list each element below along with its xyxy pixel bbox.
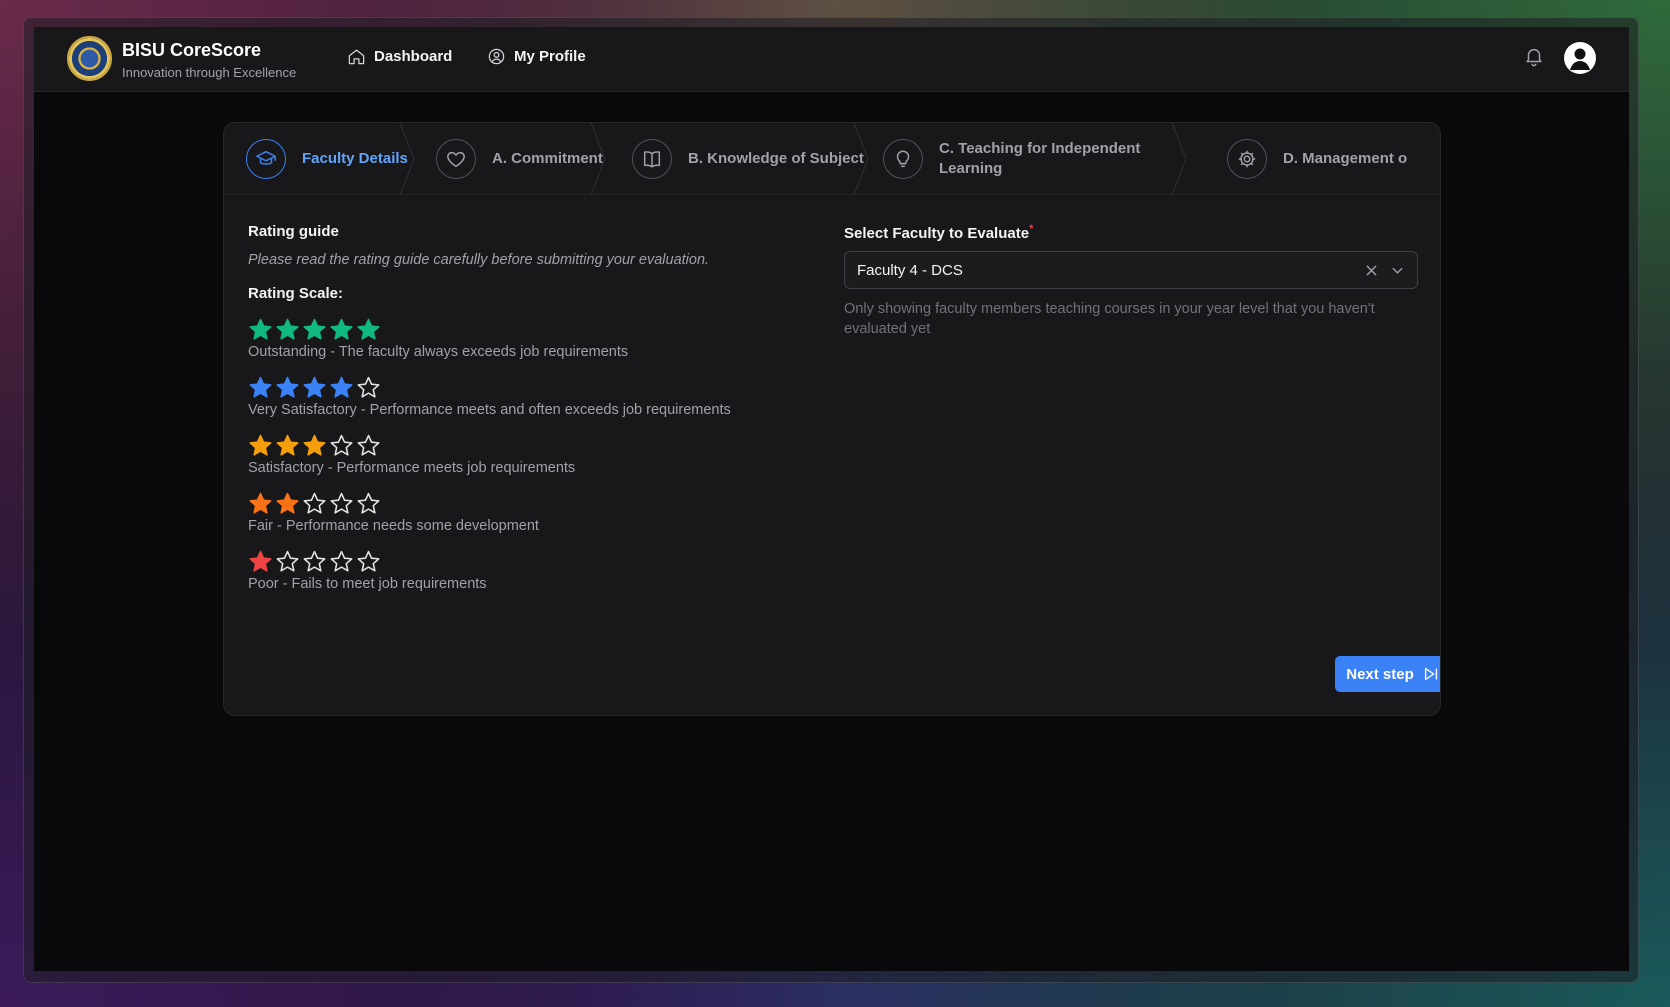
star-filled-icon [303,434,326,456]
star-filled-icon [276,492,299,514]
brand-subtitle: Innovation through Excellence [122,65,297,80]
step-icon-circle [883,139,923,179]
rating-stars [248,374,808,400]
evaluation-stepper: Faculty Details A. Commitment B. Knowled… [224,123,1440,195]
star-filled-icon [276,318,299,340]
rating-description: Very Satisfactory - Performance meets an… [248,402,731,418]
star-filled-icon [330,318,353,340]
star-outline-icon [357,550,380,572]
rating-guide-note: Please read the rating guide carefully b… [248,252,710,268]
next-step-label: Next step [1346,665,1414,683]
step-commitment[interactable]: A. Commitment [436,123,603,194]
home-icon [348,49,365,65]
rating-scale-list: Outstanding - The faculty always exceeds… [248,316,808,592]
faculty-select-label: Select Faculty to Evaluate* [844,223,1034,242]
bell-icon[interactable] [1523,45,1545,67]
step-label: A. Commitment [492,150,603,167]
rating-level: Very Satisfactory - Performance meets an… [248,374,808,418]
book-icon [643,151,661,168]
faculty-select-value: Faculty 4 - DCS [857,262,963,279]
star-filled-icon [276,376,299,398]
step-label: Faculty Details [302,150,408,167]
rating-scale-title: Rating Scale: [248,285,344,302]
rating-description: Satisfactory - Performance meets job req… [248,460,576,476]
university-logo[interactable] [67,36,112,81]
star-filled-icon [249,434,272,456]
star-filled-icon [249,376,272,398]
rating-stars [248,490,808,516]
faculty-select[interactable]: Faculty 4 - DCS [844,251,1418,289]
star-outline-icon [357,376,380,398]
heart-icon [447,151,465,168]
evaluation-card: Faculty Details A. Commitment B. Knowled… [223,122,1441,716]
app-window: BISU CoreScore Innovation through Excell… [34,27,1629,971]
rating-guide: Rating guide Please read the rating guid… [248,223,808,592]
star-outline-icon [303,492,326,514]
star-filled-icon [249,318,272,340]
gear-icon [1238,150,1256,168]
nav-dashboard-label: Dashboard [374,48,453,65]
step-management[interactable]: D. Management o [1227,123,1408,194]
rating-level: Poor - Fails to meet job requirements [248,548,808,592]
nav-dashboard[interactable]: Dashboard [347,47,452,66]
step-icon-circle [436,139,476,179]
rating-description: Outstanding - The faculty always exceeds… [248,344,629,360]
brand-title: BISU CoreScore [122,40,262,60]
avatar-person-icon [1570,48,1590,70]
step-separator [589,123,613,194]
star-filled-icon [303,376,326,398]
star-filled-icon [330,376,353,398]
nav-my-profile[interactable]: My Profile [487,47,586,66]
rating-level: Outstanding - The faculty always exceeds… [248,316,808,360]
chevron-down-icon[interactable] [1390,263,1405,278]
rating-guide-title: Rating guide [248,223,339,240]
rating-level: Fair - Performance needs some developmen… [248,490,808,534]
faculty-select-hint: Only showing faculty members teaching co… [844,301,1375,337]
next-step-button[interactable]: Next step [1335,656,1440,692]
star-filled-icon [249,550,272,572]
star-outline-icon [303,550,326,572]
clear-icon[interactable] [1364,263,1379,278]
step-icon-circle [1227,139,1267,179]
star-outline-icon [357,492,380,514]
faculty-select-section: Select Faculty to Evaluate* Faculty 4 - … [844,223,1418,339]
step-faculty-details[interactable]: Faculty Details [246,123,408,194]
star-outline-icon [330,492,353,514]
rating-description: Fair - Performance needs some developmen… [248,518,539,534]
step-separator [852,123,876,194]
star-filled-icon [276,434,299,456]
lightbulb-icon [896,150,910,168]
star-filled-icon [249,492,272,514]
user-avatar[interactable] [1564,42,1596,74]
step-icon-circle [632,139,672,179]
star-filled-icon [357,318,380,340]
step-separator [1170,123,1194,194]
step-knowledge-of-subject[interactable]: B. Knowledge of Subject [632,123,864,194]
step-label: C. Teaching for Independent Learning [939,140,1141,177]
star-outline-icon [276,550,299,572]
nav-my-profile-label: My Profile [514,48,586,65]
skip-forward-icon [1424,667,1437,681]
star-outline-icon [330,550,353,572]
star-outline-icon [330,434,353,456]
required-mark: * [1029,223,1034,235]
step-label: D. Management o [1283,150,1408,167]
step-separator [398,123,422,194]
step-icon-circle [246,139,286,179]
user-circle-icon [488,48,505,65]
star-filled-icon [303,318,326,340]
rating-description: Poor - Fails to meet job requirements [248,576,487,592]
graduation-cap-icon [256,150,276,165]
rating-level: Satisfactory - Performance meets job req… [248,432,808,476]
star-outline-icon [357,434,380,456]
rating-stars [248,316,808,342]
step-label: B. Knowledge of Subject [688,150,864,167]
rating-stars [248,548,808,574]
top-navbar: BISU CoreScore Innovation through Excell… [34,27,1629,92]
step-teaching-independent-learning[interactable]: C. Teaching for Independent Learning [883,123,1141,194]
rating-stars [248,432,808,458]
